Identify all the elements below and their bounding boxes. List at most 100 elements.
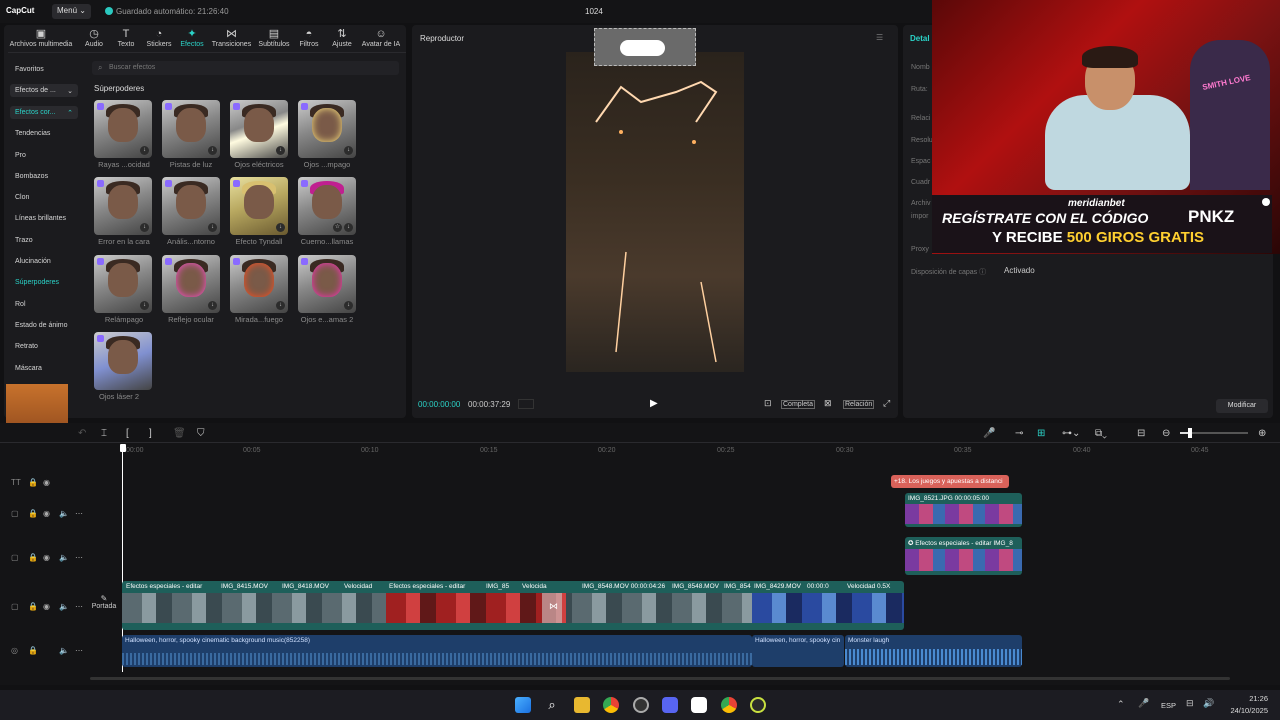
search-input[interactable]: ⌕ Buscar efectos [92, 61, 399, 75]
main-track[interactable]: Efectos especiales - editar IMG_8415.MOV… [122, 581, 904, 630]
effect-card[interactable] [94, 332, 152, 390]
audio-clip[interactable]: Halloween, horror, spooky cin [752, 635, 844, 667]
discord-icon[interactable] [662, 697, 678, 713]
effect-card[interactable]: ↓ [94, 177, 152, 235]
app-icon[interactable] [750, 697, 766, 713]
download-icon[interactable]: ↓ [208, 301, 217, 310]
more-icon[interactable]: ⋯ [75, 602, 83, 611]
download-icon[interactable]: ↓ [208, 146, 217, 155]
star-icon[interactable]: ☆ [333, 223, 342, 232]
overlay-clip[interactable]: ✪ Efectos especiales - editar IMG_8 [905, 537, 1022, 575]
menu-button[interactable]: Menú ⌄ [52, 4, 91, 19]
mic-icon[interactable]: 🎤 [983, 428, 995, 439]
eye-icon[interactable]: ◉ [43, 602, 50, 611]
download-icon[interactable]: ↓ [344, 223, 353, 232]
sidebar-item-superpowers[interactable]: Súperpoderes [10, 276, 80, 289]
more-icon[interactable]: ⋯ [75, 509, 83, 518]
tab-effects[interactable]: ✦ Efectos [178, 28, 206, 48]
sidebar-item-favorites[interactable]: Favoritos [10, 63, 80, 76]
ratio-button[interactable]: Relación [843, 400, 875, 409]
sidebar-item[interactable]: Pro [10, 149, 80, 162]
lock-icon[interactable]: 🔒 [28, 509, 38, 518]
timeline-scrollbar[interactable] [90, 677, 1230, 680]
search-icon[interactable]: ⌕ [544, 697, 560, 713]
more-icon[interactable]: ⋯ [75, 553, 83, 562]
sidebar-item[interactable]: Clon [10, 191, 80, 204]
delete-icon[interactable]: 🗑 [173, 428, 186, 439]
effect-card[interactable]: ↓ [94, 100, 152, 158]
lock-icon[interactable]: 🔒 [28, 553, 38, 562]
tab-subtitles[interactable]: ▤ Subtítulos [256, 28, 292, 48]
effect-card[interactable]: ↓ [298, 255, 356, 313]
trim-right-icon[interactable]: ] [149, 428, 152, 439]
transition-icon[interactable]: ⋈ [549, 601, 558, 612]
split-icon[interactable]: ⌶ [101, 428, 107, 439]
speaker-icon[interactable]: 🔈 [59, 553, 69, 562]
effect-card[interactable]: ↓ [162, 177, 220, 235]
lock-icon[interactable]: 🔒 [28, 602, 38, 611]
download-icon[interactable]: ↓ [276, 146, 285, 155]
preview-axis-icon[interactable]: ⧉⌄ [1095, 428, 1107, 439]
download-icon[interactable]: ↓ [276, 301, 285, 310]
sidebar-item[interactable]: Bombazos [10, 170, 80, 183]
lock-icon[interactable]: 🔒 [28, 646, 38, 655]
speaker-icon[interactable]: 🔈 [59, 602, 69, 611]
audio-clip[interactable]: Monster laugh [845, 635, 1022, 667]
tab-text[interactable]: T Texto [112, 28, 140, 48]
effect-card[interactable]: ↓ [230, 255, 288, 313]
mic-icon[interactable]: 🎤 [1138, 698, 1149, 709]
tab-transitions[interactable]: ⋈ Transiciones [209, 28, 254, 48]
eye-icon[interactable]: ◉ [43, 478, 50, 487]
sidebar-item[interactable]: Retrato [10, 340, 80, 353]
sidebar-item[interactable]: Tendencias [10, 127, 80, 140]
network-icon[interactable]: ⊟ [1186, 698, 1194, 709]
speaker-icon[interactable]: 🔈 [59, 646, 69, 655]
tab-ai-avatar[interactable]: ☺ Avatar de IA [360, 28, 402, 48]
grid-icon[interactable] [518, 399, 534, 409]
more-icon[interactable]: ⋯ [75, 646, 83, 655]
sidebar-item-effects-body[interactable]: Efectos cor... ⌃ [10, 106, 78, 119]
clock-time[interactable]: 21:26 [1240, 694, 1268, 703]
fullscreen-icon[interactable]: ⤢ [883, 398, 890, 409]
chrome-icon[interactable] [721, 697, 737, 713]
trim-left-icon[interactable]: [ [126, 428, 129, 439]
sidebar-item[interactable]: Rol [10, 298, 80, 311]
effect-card[interactable]: ↓ [162, 255, 220, 313]
eye-icon[interactable]: ◉ [43, 509, 50, 518]
download-icon[interactable]: ↓ [140, 223, 149, 232]
crop-icon[interactable]: ⊡ [764, 398, 772, 409]
effect-card[interactable]: ☆ ↓ [298, 177, 356, 235]
tab-stickers[interactable]: ◔ Stickers [143, 28, 175, 48]
full-quality-button[interactable]: Completa [781, 400, 815, 409]
zoom-in-icon[interactable]: ⊕ [1258, 428, 1266, 439]
sidebar-item-effects-video[interactable]: Efectos de ... ⌄ [10, 84, 78, 97]
sidebar-item[interactable]: Líneas brillantes [10, 212, 80, 225]
fit-icon[interactable]: ⊠ [824, 398, 832, 409]
link-icon[interactable]: ⊸ [1015, 428, 1023, 439]
sidebar-item[interactable]: Alucinación [10, 255, 80, 268]
cover-button[interactable]: ✎ Portada [90, 594, 118, 618]
download-icon[interactable]: ↓ [208, 223, 217, 232]
caption-icon[interactable]: ⊟ [1137, 428, 1145, 439]
eye-icon[interactable]: ◉ [43, 553, 50, 562]
effect-card[interactable]: ↓ [230, 177, 288, 235]
effect-card[interactable]: ↓ [230, 100, 288, 158]
overlay-clip[interactable]: IMG_8521.JPG 00:00:05:00 [905, 493, 1022, 527]
tab-adjust[interactable]: ⇅ Ajuste [328, 28, 356, 48]
zoom-out-icon[interactable]: ⊖ [1162, 428, 1170, 439]
download-icon[interactable]: ↓ [140, 301, 149, 310]
download-icon[interactable]: ↓ [344, 301, 353, 310]
play-icon[interactable]: ▶ [650, 398, 658, 409]
tab-media[interactable]: ▣ Archivos multimedia [6, 28, 76, 48]
effect-card[interactable]: ↓ [162, 100, 220, 158]
shield-icon[interactable]: ⛉ [197, 428, 205, 439]
close-icon[interactable] [1262, 198, 1270, 206]
clock-date[interactable]: 24/10/2025 [1222, 706, 1268, 715]
capcut-icon[interactable] [691, 697, 707, 713]
playhead-handle[interactable] [120, 444, 126, 452]
connect-icon[interactable]: ⊶⌄ [1062, 428, 1080, 439]
download-icon[interactable]: ↓ [344, 146, 353, 155]
windows-start-icon[interactable] [515, 697, 531, 713]
magnet-icon[interactable]: ⊞ [1037, 428, 1045, 439]
download-icon[interactable]: ↓ [140, 146, 149, 155]
